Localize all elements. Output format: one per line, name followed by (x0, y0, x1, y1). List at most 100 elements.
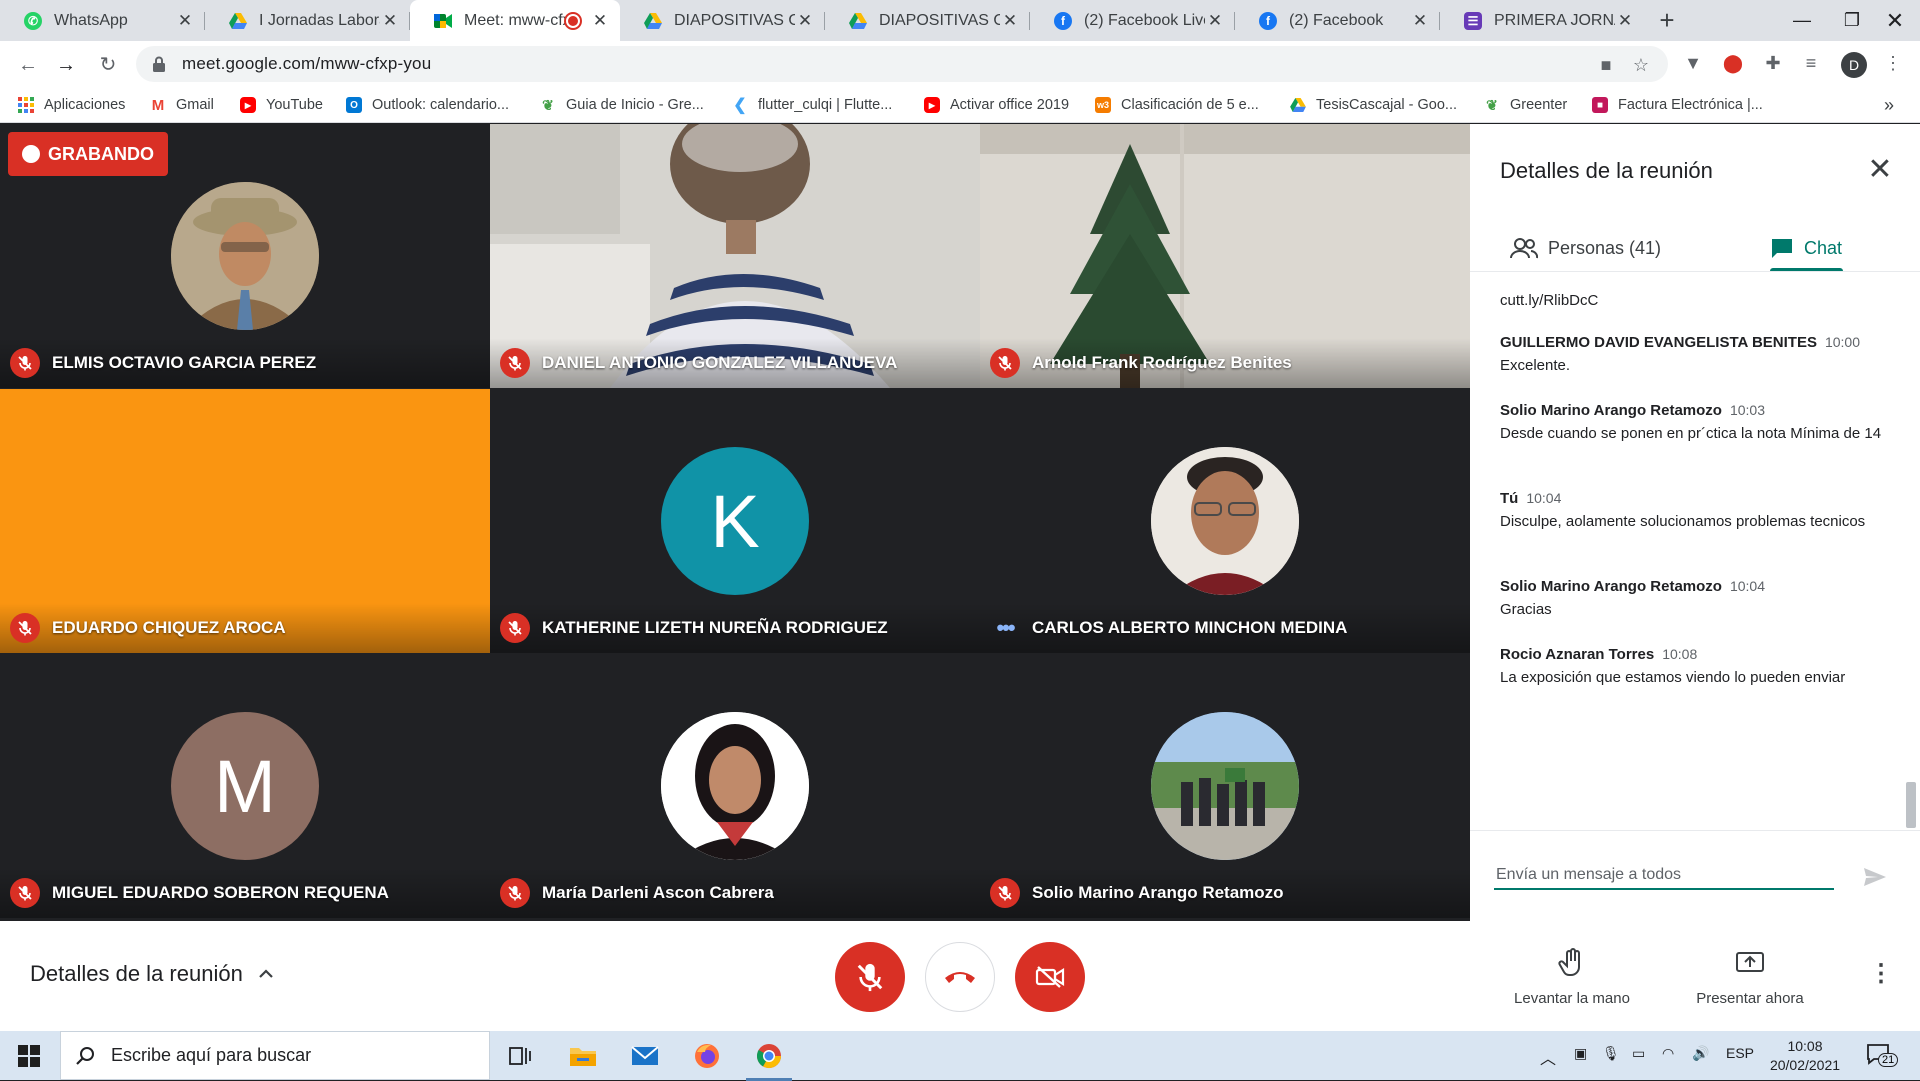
forward-button[interactable]: → (52, 51, 80, 79)
browser-menu-icon[interactable]: ⋮ (1880, 50, 1906, 76)
close-tab-icon[interactable]: ✕ (175, 11, 195, 31)
chat-scrollbar[interactable] (1906, 782, 1916, 828)
microphone-tray-icon[interactable]: 🎙 (1602, 1045, 1620, 1062)
tab-primera-jornada[interactable]: ☰ PRIMERA JORNADA ✕ (1440, 0, 1645, 41)
close-tab-icon[interactable]: ✕ (1615, 11, 1635, 31)
chrome-icon[interactable] (746, 1039, 792, 1081)
participant-name: CARLOS ALBERTO MINCHON MEDINA (1032, 618, 1348, 637)
bookmark-label: Guia de Inicio - Gre... (566, 97, 704, 113)
bookmark-tesis-cascajal[interactable]: TesisCascajal - Goo... (1290, 88, 1457, 122)
participant-tile[interactable]: DANIEL ANTONIO GONZALEZ VILLANUEVA (490, 124, 980, 388)
extensions-puzzle-icon[interactable]: ✚ (1760, 50, 1786, 76)
chat-message-input[interactable] (1494, 862, 1834, 890)
new-tab-button[interactable]: + (1652, 6, 1682, 36)
participant-nameplate: Arnold Frank Rodríguez Benites (980, 338, 1470, 388)
participant-tile[interactable]: Arnold Frank Rodríguez Benites (980, 124, 1470, 388)
mic-off-icon (500, 613, 530, 643)
bookmark-apps[interactable]: Aplicaciones (18, 88, 125, 122)
participant-tile[interactable]: María Darleni Ascon Cabrera (490, 654, 980, 918)
camera-tray-icon[interactable]: ▣ (1574, 1045, 1587, 1062)
microphone-toggle-button[interactable] (835, 942, 905, 1012)
wifi-icon[interactable]: ◠ (1662, 1045, 1674, 1062)
extension-v-icon[interactable]: ▼ (1680, 50, 1706, 76)
participant-tile[interactable]: M MIGUEL EDUARDO SOBERON REQUENA (0, 654, 490, 918)
close-tab-icon[interactable]: ✕ (1410, 11, 1430, 31)
task-view-icon[interactable] (503, 1039, 537, 1073)
participant-tile[interactable]: K KATHERINE LIZETH NUREÑA RODRIGUEZ (490, 389, 980, 653)
bookmark-factura[interactable]: ■ Factura Electrónica |... (1592, 88, 1763, 122)
tab-facebook-live[interactable]: f (2) Facebook Live | ✕ (1030, 0, 1235, 41)
message-sender: Solio Marino Arango Retamozo (1500, 402, 1722, 419)
tab-jornadas[interactable]: I Jornadas Laborales ✕ (205, 0, 410, 41)
close-panel-button[interactable]: ✕ (1862, 152, 1898, 188)
notification-count-badge: 21 (1878, 1053, 1899, 1067)
bookmark-flutter-culqi[interactable]: ❮ flutter_culqi | Flutte... (732, 88, 892, 122)
bookmark-star-icon[interactable]: ☆ (1630, 54, 1652, 76)
show-hidden-icons-chevron[interactable]: ︿ (1540, 1045, 1556, 1069)
factura-icon: ■ (1592, 97, 1608, 113)
facebook-icon: f (1054, 11, 1072, 30)
chat-link-message[interactable]: cutt.ly/RlibDcC (1500, 292, 1598, 309)
tab-chat-label: Chat (1804, 237, 1843, 258)
camera-blocked-icon[interactable]: ■ (1595, 54, 1617, 76)
camera-toggle-button[interactable] (1015, 942, 1085, 1012)
panel-title: Detalles de la reunión (1500, 158, 1713, 183)
leave-call-button[interactable] (925, 942, 995, 1012)
close-tab-icon[interactable]: ✕ (795, 11, 815, 31)
close-window-button[interactable]: ✕ (1865, 0, 1920, 41)
bookmark-activar-office[interactable]: ▶ Activar office 2019 (924, 88, 1069, 122)
more-bookmarks-icon[interactable]: » (1884, 88, 1894, 122)
avatar-letter: M (214, 744, 276, 828)
close-tab-icon[interactable]: ✕ (1000, 11, 1020, 31)
present-now-button[interactable]: Presentar ahora (1680, 947, 1820, 1007)
mic-off-icon (990, 878, 1020, 908)
tab-whatsapp[interactable]: ✆ WhatsApp ✕ (0, 0, 205, 41)
media-queue-icon[interactable]: ≡ (1798, 50, 1824, 76)
participant-nameplate: MIGUEL EDUARDO SOBERON REQUENA (0, 868, 490, 918)
system-clock[interactable]: 10:08 20/02/2021 (1760, 1037, 1850, 1075)
raise-hand-button[interactable]: Levantar la mano (1502, 947, 1642, 1007)
bookmark-guia-inicio[interactable]: ❦ Guia de Inicio - Gre... (540, 88, 704, 122)
input-language-indicator[interactable]: ESP (1726, 1045, 1754, 1061)
close-tab-icon[interactable]: ✕ (380, 11, 400, 31)
tab-people[interactable]: Personas (41) (1510, 228, 1661, 268)
message-body: Excelente. (1500, 357, 1571, 374)
taskbar-search-box[interactable]: Escribe aquí para buscar (60, 1031, 490, 1080)
bookmark-outlook[interactable]: O Outlook: calendario... (346, 88, 509, 122)
tab-diapositivas-1[interactable]: DIAPOSITIVAS OK ✕ (620, 0, 825, 41)
bookmark-clasificacion[interactable]: w3 Clasificación de 5 e... (1095, 88, 1259, 122)
windows-start-icon[interactable] (18, 1045, 40, 1067)
participant-tile[interactable]: Solio Marino Arango Retamozo (980, 654, 1470, 918)
reload-button[interactable]: ↻ (94, 51, 122, 79)
more-options-button[interactable]: ⋮ (1866, 959, 1896, 989)
chevron-up-icon (259, 969, 273, 978)
action-center-button[interactable]: 21 (1866, 1043, 1899, 1069)
message-sender: GUILLERMO DAVID EVANGELISTA BENITES (1500, 334, 1817, 351)
firefox-icon[interactable] (690, 1039, 724, 1073)
close-tab-icon[interactable]: ✕ (1205, 11, 1225, 31)
close-tab-icon[interactable]: ✕ (590, 11, 610, 31)
tab-meet[interactable]: Meet: mww-cfxp-you ✕ (410, 0, 620, 41)
file-explorer-icon[interactable] (566, 1039, 600, 1073)
tab-label: DIAPOSITIVAS OK (674, 11, 795, 29)
send-message-button[interactable] (1860, 862, 1890, 892)
bookmark-gmail[interactable]: M Gmail (150, 88, 214, 122)
omnibox[interactable]: meet.google.com/mww-cfxp-you ■ ☆ (136, 46, 1668, 82)
tab-label: (2) Facebook Live | (1084, 11, 1205, 29)
tab-facebook[interactable]: f (2) Facebook ✕ (1235, 0, 1440, 41)
speaking-indicator-icon: ••• (996, 615, 1015, 640)
battery-icon[interactable]: ▭ (1632, 1045, 1645, 1062)
back-button[interactable]: ← (14, 51, 42, 79)
extension-opera-icon[interactable]: ⬤ (1720, 50, 1746, 76)
raise-hand-label: Levantar la mano (1514, 990, 1630, 1007)
volume-icon[interactable]: 🔊 (1692, 1045, 1709, 1062)
mail-icon[interactable] (628, 1039, 662, 1073)
bookmark-youtube[interactable]: ▶ YouTube (240, 88, 323, 122)
participant-tile[interactable]: EDUARDO CHIQUEZ AROCA (0, 389, 490, 653)
meeting-details-button[interactable]: Detalles de la reunión (30, 961, 275, 987)
participant-tile[interactable]: ••• CARLOS ALBERTO MINCHON MEDINA (980, 389, 1470, 653)
tab-chat[interactable]: Chat (1770, 228, 1842, 268)
tab-diapositivas-2[interactable]: DIAPOSITIVAS OK ✕ (825, 0, 1030, 41)
bookmark-greenter[interactable]: ❦ Greenter (1484, 88, 1567, 122)
profile-avatar[interactable]: D (1841, 52, 1867, 78)
